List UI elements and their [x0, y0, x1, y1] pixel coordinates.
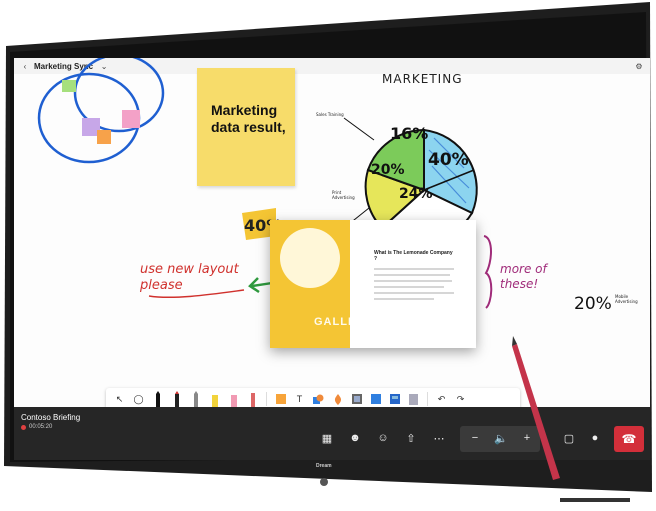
device-brand-logo: Dream — [316, 463, 332, 469]
stylus-pen — [512, 336, 560, 480]
